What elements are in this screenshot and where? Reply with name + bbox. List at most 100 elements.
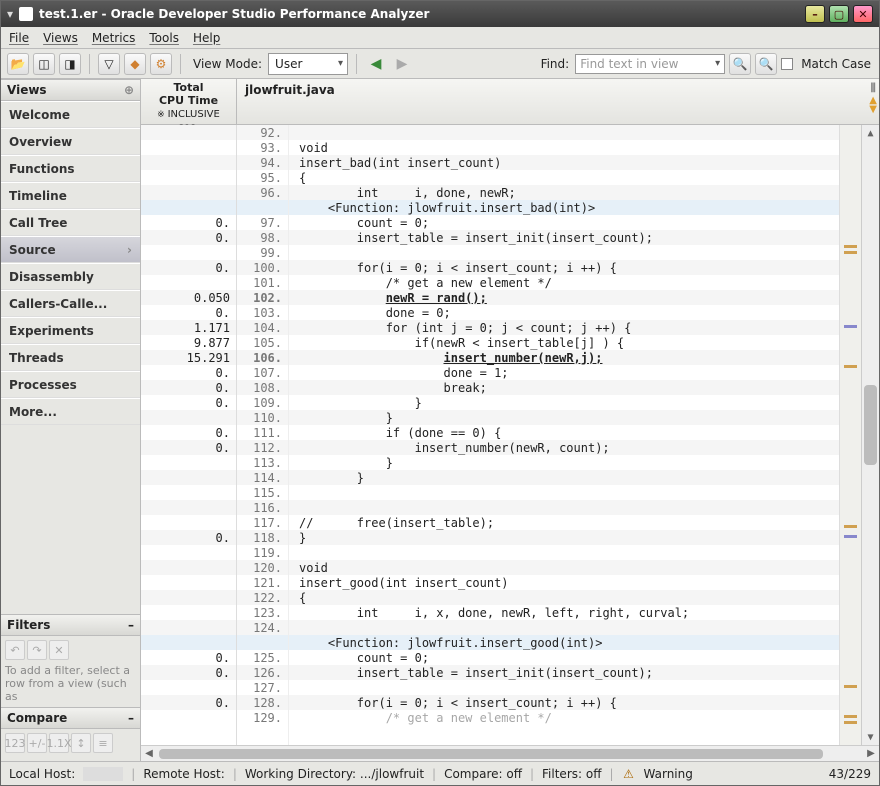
horizontal-scrollbar[interactable]: ◀▶ [141, 745, 879, 761]
sidebar-item-call-tree[interactable]: Call Tree [1, 209, 140, 236]
find-prev-icon[interactable]: 🔍 [729, 53, 751, 75]
matchcase-checkbox[interactable] [781, 58, 793, 70]
compare-sort-icon[interactable]: ↕ [71, 733, 91, 753]
sidebar-item-callers-calle-[interactable]: Callers-Calle... [1, 290, 140, 317]
source-line[interactable]: if (done == 0) { [289, 425, 839, 440]
compare-ratio-button[interactable]: 1.1X [49, 733, 69, 753]
add-view-icon[interactable]: ⊕ [124, 83, 134, 97]
filters-panel-header[interactable]: Filters – [1, 614, 140, 636]
cpu-value [141, 170, 236, 185]
line-number: 123. [237, 605, 288, 620]
source-line[interactable]: void [289, 140, 839, 155]
line-number [237, 200, 288, 215]
source-line[interactable]: } [289, 395, 839, 410]
sidebar-item-disassembly[interactable]: Disassembly [1, 263, 140, 290]
flame-icon[interactable]: ◆ [124, 53, 146, 75]
source-line[interactable]: for(i = 0; i < insert_count; i ++) { [289, 695, 839, 710]
close-button[interactable]: ✕ [853, 5, 873, 23]
source-line[interactable]: break; [289, 380, 839, 395]
warning-icon[interactable]: ⚠ [622, 767, 636, 781]
filter-icon[interactable]: ▽ [98, 53, 120, 75]
source-line[interactable]: insert_number(newR,j); [289, 350, 839, 365]
source-line[interactable]: done = 0; [289, 305, 839, 320]
maximize-button[interactable]: ▢ [829, 5, 849, 23]
status-warning[interactable]: Warning [644, 767, 693, 781]
source-line[interactable]: } [289, 410, 839, 425]
source-line[interactable]: insert_table = insert_init(insert_count)… [289, 665, 839, 680]
sidebar-item-processes[interactable]: Processes [1, 371, 140, 398]
compare-delta-button[interactable]: +/- [27, 733, 47, 753]
source-line[interactable]: } [289, 470, 839, 485]
source-line[interactable]: { [289, 170, 839, 185]
source-line[interactable] [289, 500, 839, 515]
viewmode-combo[interactable]: User [268, 53, 348, 75]
sidebar-item-more-[interactable]: More... [1, 398, 140, 425]
compare-icon[interactable]: ◨ [59, 53, 81, 75]
source-line[interactable]: newR = rand(); [289, 290, 839, 305]
source-line[interactable]: void [289, 560, 839, 575]
collapse-icon[interactable]: – [128, 618, 134, 632]
minimize-button[interactable]: – [805, 5, 825, 23]
source-line[interactable]: insert_good(int insert_count) [289, 575, 839, 590]
redo-icon[interactable]: ↷ [27, 640, 47, 660]
sidebar-item-welcome[interactable]: Welcome [1, 101, 140, 128]
menu-views[interactable]: Views [43, 31, 78, 45]
source-line[interactable]: } [289, 455, 839, 470]
nav-back-icon[interactable]: ◀ [365, 53, 387, 75]
menu-metrics[interactable]: Metrics [92, 31, 136, 45]
source-line[interactable]: for (int j = 0; j < count; j ++) { [289, 320, 839, 335]
compare-panel-header[interactable]: Compare – [1, 707, 140, 729]
sidebar-item-overview[interactable]: Overview [1, 128, 140, 155]
source-line[interactable]: done = 1; [289, 365, 839, 380]
sidebar-item-experiments[interactable]: Experiments [1, 317, 140, 344]
overview-ruler[interactable] [839, 125, 861, 745]
source-line[interactable]: count = 0; [289, 650, 839, 665]
source-line[interactable]: <Function: jlowfruit.insert_good(int)> [289, 635, 839, 650]
source-line[interactable]: { [289, 590, 839, 605]
source-line[interactable]: insert_number(newR, count); [289, 440, 839, 455]
compare-abs-button[interactable]: 123 [5, 733, 25, 753]
settings-icon[interactable]: ⚙ [150, 53, 172, 75]
source-line[interactable] [289, 245, 839, 260]
line-number: 104. [237, 320, 288, 335]
source-line[interactable]: int i, x, done, newR, left, right, curva… [289, 605, 839, 620]
source-line[interactable]: /* get a new element */ [289, 710, 839, 725]
vertical-scrollbar[interactable]: ▲ ▼ [861, 125, 879, 745]
source-line[interactable]: insert_bad(int insert_count) [289, 155, 839, 170]
aggregate-icon[interactable]: ◫ [33, 53, 55, 75]
open-icon[interactable]: 📂 [7, 53, 29, 75]
nav-forward-icon[interactable]: ▶ [391, 53, 413, 75]
sidebar-item-timeline[interactable]: Timeline [1, 182, 140, 209]
source-line[interactable] [289, 545, 839, 560]
source-line[interactable]: if(newR < insert_table[j] ) { [289, 335, 839, 350]
source-line[interactable] [289, 680, 839, 695]
remove-filter-icon[interactable]: ✕ [49, 640, 69, 660]
source-line[interactable]: int i, done, newR; [289, 185, 839, 200]
menu-help[interactable]: Help [193, 31, 220, 45]
source-line[interactable]: // free(insert_table); [289, 515, 839, 530]
source-line[interactable] [289, 620, 839, 635]
sidebar-item-threads[interactable]: Threads [1, 344, 140, 371]
sidebar-item-source[interactable]: Source› [1, 236, 140, 263]
collapse-icon[interactable]: – [128, 711, 134, 725]
source-line[interactable]: insert_table = insert_init(insert_count)… [289, 230, 839, 245]
source-line[interactable] [289, 125, 839, 140]
source-line[interactable]: for(i = 0; i < insert_count; i ++) { [289, 260, 839, 275]
compare-config-icon[interactable]: ≡ [93, 733, 113, 753]
menu-file[interactable]: File [9, 31, 29, 45]
source-line[interactable]: count = 0; [289, 215, 839, 230]
source-line[interactable] [289, 485, 839, 500]
column-menu-icon[interactable]: ⦀ [871, 81, 876, 96]
find-next-icon[interactable]: 🔍 [755, 53, 777, 75]
undo-icon[interactable]: ↶ [5, 640, 25, 660]
cpu-time-header[interactable]: Total CPU Time ※ INCLUSIVE sec. [141, 79, 237, 124]
find-input[interactable]: Find text in view [575, 54, 725, 74]
line-number: 92. [237, 125, 288, 140]
source-line[interactable]: <Function: jlowfruit.insert_bad(int)> [289, 200, 839, 215]
down-arrow-icon[interactable]: ▼ [869, 106, 877, 114]
source-column[interactable]: voidinsert_bad(int insert_count){ int i,… [289, 125, 839, 745]
menu-tools[interactable]: Tools [149, 31, 179, 45]
sidebar-item-functions[interactable]: Functions [1, 155, 140, 182]
source-line[interactable]: /* get a new element */ [289, 275, 839, 290]
source-line[interactable]: } [289, 530, 839, 545]
